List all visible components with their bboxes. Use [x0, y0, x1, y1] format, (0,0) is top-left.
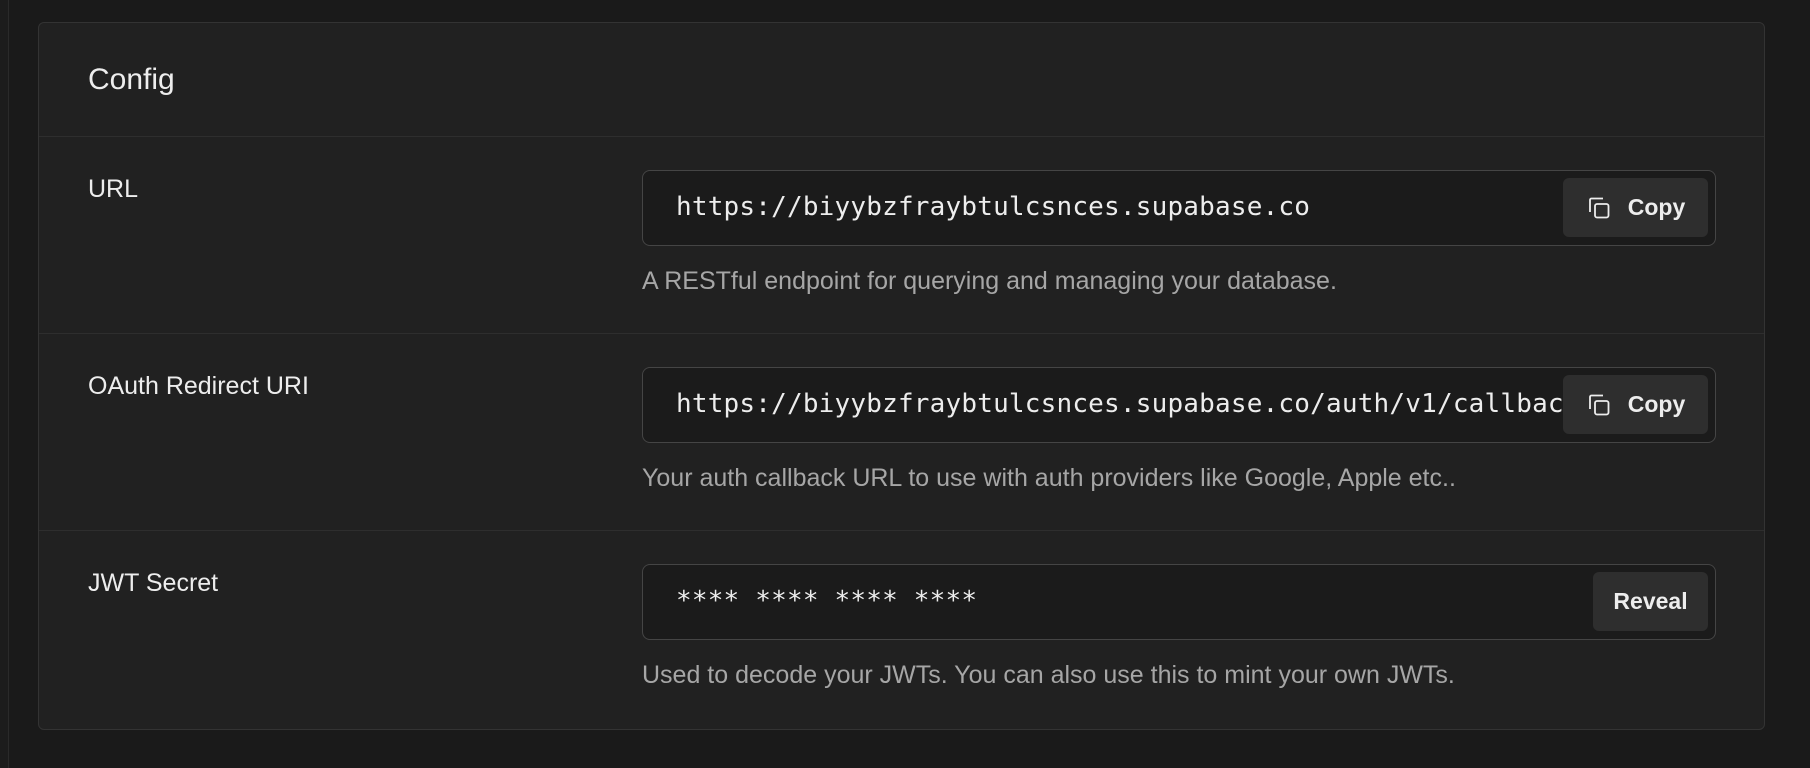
- copy-url-button-label: Copy: [1627, 194, 1686, 220]
- oauth-redirect-description: Your auth callback URL to use with auth …: [642, 464, 1456, 492]
- config-row-oauth-redirect: OAuth Redirect URI https://biyybzfraybtu…: [39, 334, 1764, 531]
- panel-header: Config: [39, 23, 1764, 137]
- oauth-redirect-label: OAuth Redirect URI: [88, 372, 309, 400]
- reveal-button-label: Reveal: [1613, 588, 1688, 614]
- copy-oauth-redirect-button-label: Copy: [1627, 391, 1686, 417]
- copy-url-button[interactable]: Copy: [1563, 178, 1708, 237]
- url-label: URL: [88, 175, 139, 203]
- jwt-secret-label: JWT Secret: [88, 569, 219, 597]
- url-description: A RESTful endpoint for querying and mana…: [642, 267, 1337, 295]
- oauth-redirect-value[interactable]: https://biyybzfraybtulcsnces.supabase.co…: [676, 368, 1580, 441]
- config-row-jwt-secret: JWT Secret **** **** **** **** Reveal Us…: [39, 531, 1764, 728]
- jwt-secret-value[interactable]: **** **** **** ****: [676, 565, 977, 638]
- oauth-redirect-field[interactable]: https://biyybzfraybtulcsnces.supabase.co…: [642, 367, 1716, 443]
- jwt-secret-field[interactable]: **** **** **** **** Reveal: [642, 564, 1716, 640]
- copy-icon: [1588, 394, 1610, 415]
- copy-icon: [1588, 197, 1610, 218]
- url-field[interactable]: https://biyybzfraybtulcsnces.supabase.co…: [642, 170, 1716, 246]
- config-panel: Config URL https://biyybzfraybtulcsnces.…: [38, 22, 1765, 730]
- reveal-jwt-secret-button[interactable]: Reveal: [1593, 572, 1708, 631]
- config-row-url: URL https://biyybzfraybtulcsnces.supabas…: [39, 137, 1764, 334]
- jwt-secret-description: Used to decode your JWTs. You can also u…: [642, 661, 1455, 689]
- copy-oauth-redirect-button[interactable]: Copy: [1563, 375, 1708, 434]
- panel-title: Config: [88, 62, 175, 96]
- sidebar-edge: [0, 0, 9, 768]
- url-value[interactable]: https://biyybzfraybtulcsnces.supabase.co: [676, 171, 1310, 244]
